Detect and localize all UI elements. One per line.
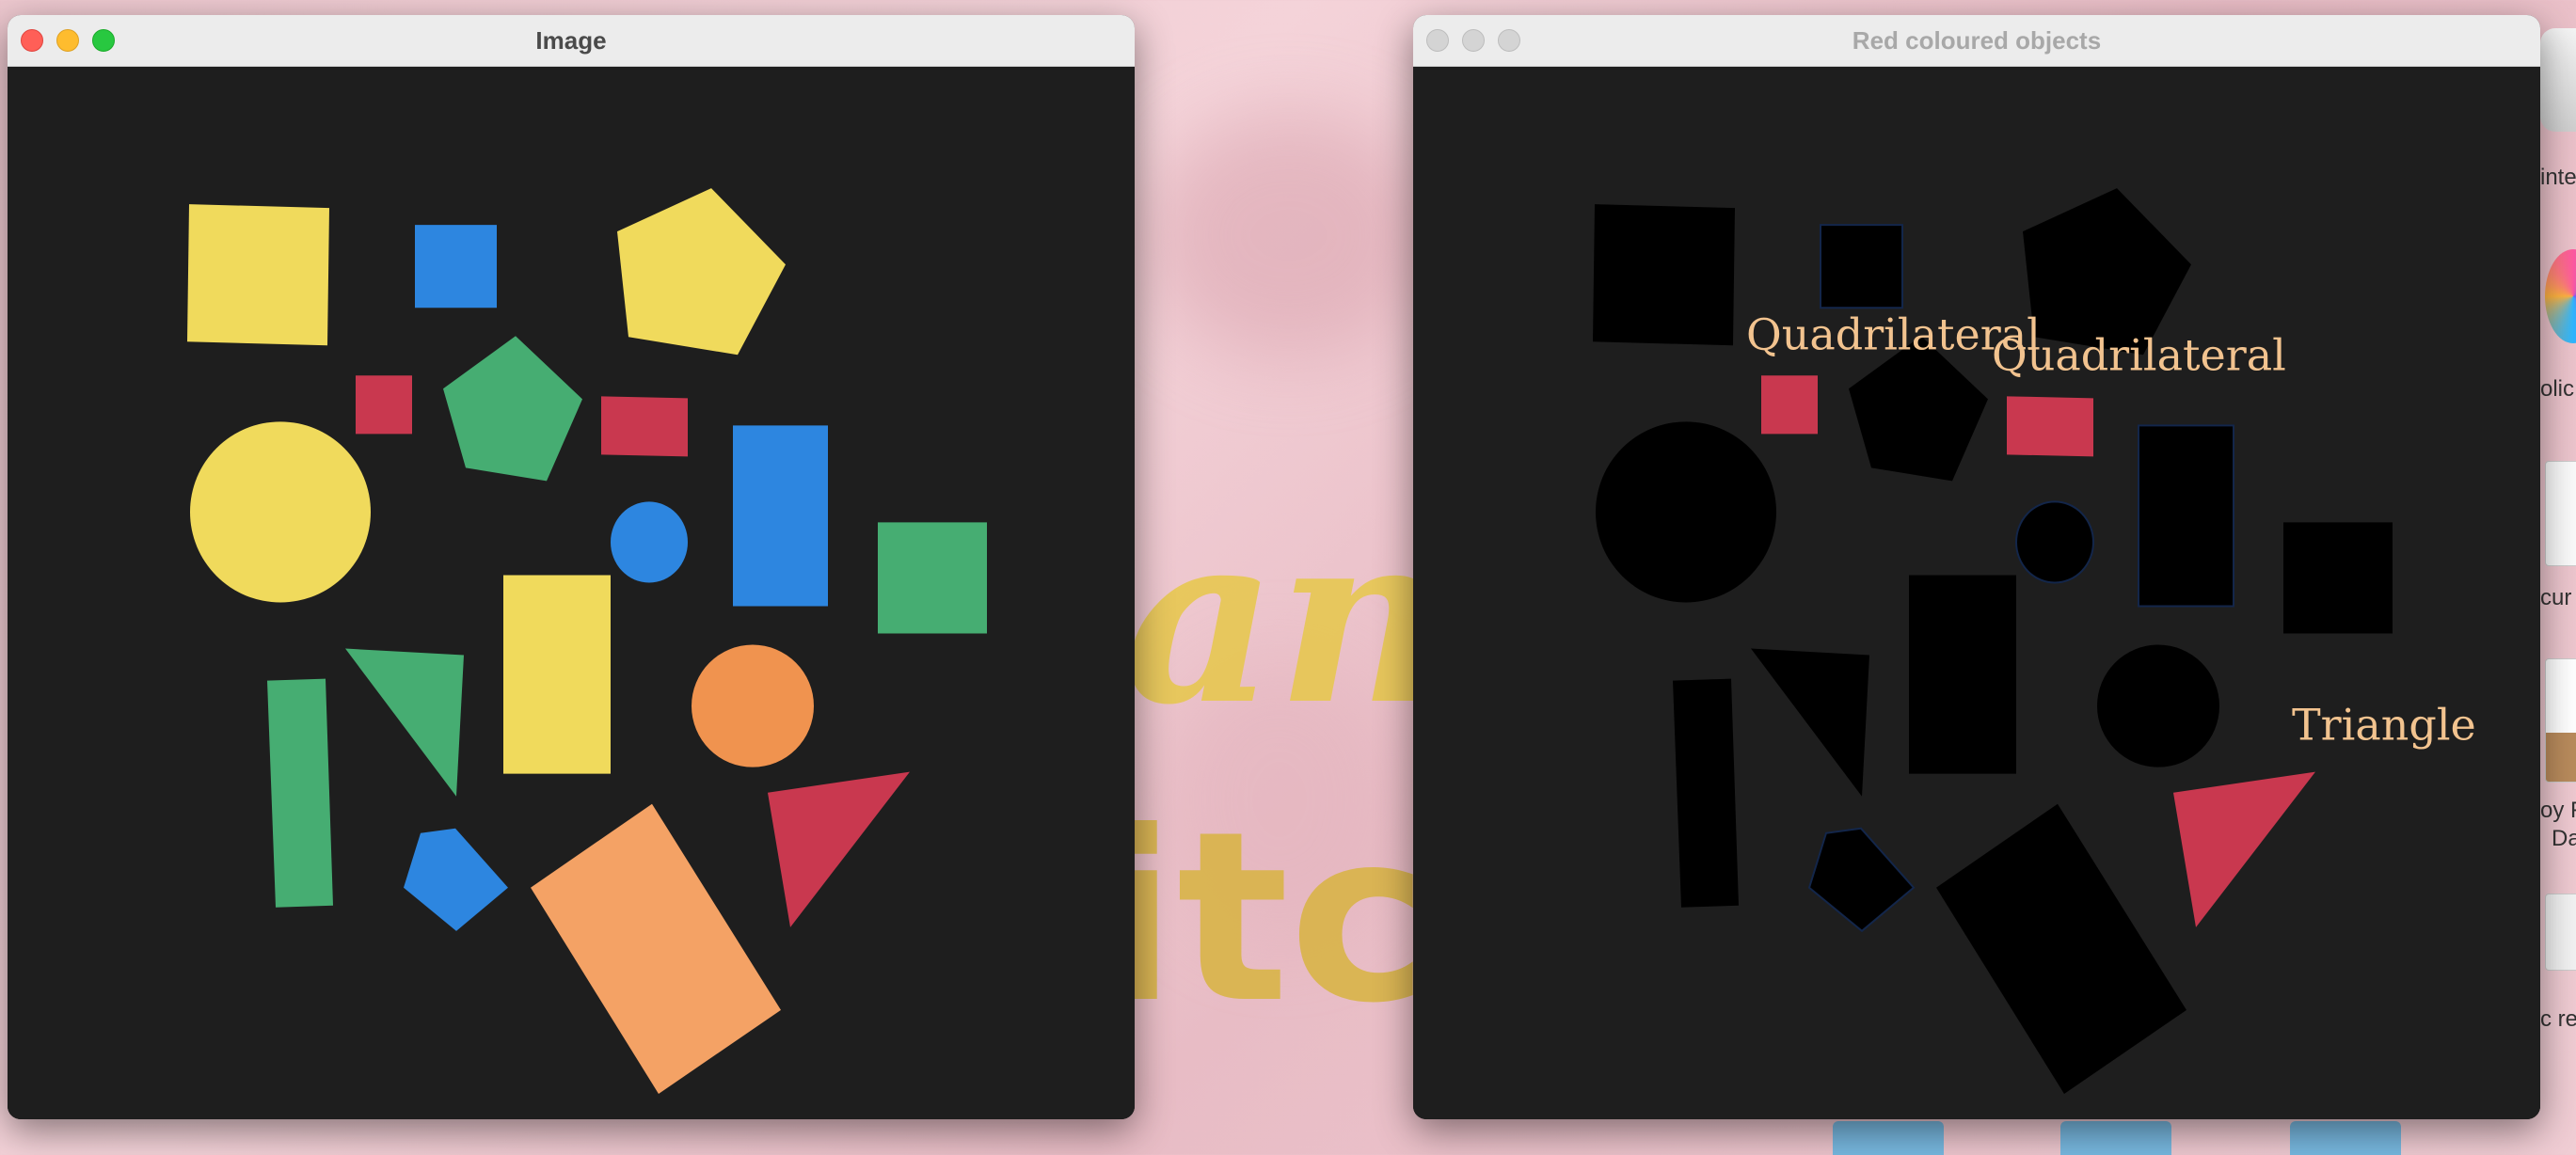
green-square <box>878 522 987 634</box>
desktop-icon-label-6: c re <box>2540 1006 2576 1032</box>
image-canvas <box>8 67 1135 1119</box>
masked-rectangle <box>1673 678 1739 908</box>
dock-tile[interactable] <box>1833 1121 1944 1155</box>
close-button[interactable] <box>1426 29 1449 52</box>
disk-icon[interactable] <box>2540 28 2576 132</box>
desktop-icon-label-4: oy F <box>2540 798 2576 823</box>
window-controls <box>21 29 115 52</box>
red-rectangle <box>601 396 688 457</box>
minimize-button[interactable] <box>56 29 79 52</box>
masked-square <box>1593 204 1735 346</box>
red-square <box>356 375 412 435</box>
masked-circle <box>2015 500 2094 584</box>
masked-circle <box>2097 644 2219 767</box>
masked-square <box>1820 224 1903 309</box>
red-objects-canvas: Quadrilateral Quadrilateral Triangle <box>1413 67 2540 1119</box>
desktop-icon-label-5: Da <box>2552 826 2576 851</box>
masked-rectangle <box>2138 424 2234 608</box>
red-objects-window[interactable]: Red coloured objects Quadrilateral Quadr… <box>1413 15 2540 1119</box>
document-icon[interactable] <box>2545 461 2576 566</box>
close-button[interactable] <box>21 29 43 52</box>
shapes-image <box>8 67 1135 1119</box>
green-rectangle <box>267 678 333 908</box>
masked-rectangle <box>1909 575 2016 774</box>
image-window[interactable]: Image <box>8 15 1135 1119</box>
red-square <box>1761 375 1818 435</box>
yellow-rectangle <box>503 575 611 774</box>
dock-tile[interactable] <box>2290 1121 2401 1155</box>
red-rectangle <box>2007 396 2093 457</box>
window-titlebar[interactable]: Red coloured objects <box>1413 15 2540 67</box>
shape-label-triangle: Triangle <box>2292 700 2476 751</box>
blue-square <box>415 225 497 309</box>
yellow-square <box>187 204 329 346</box>
blue-circle <box>611 501 688 583</box>
zoom-button[interactable] <box>1498 29 1520 52</box>
desktop-icon-label-1: inte <box>2540 165 2576 190</box>
orange-circle <box>692 644 814 767</box>
book-cover-icon[interactable] <box>2545 658 2576 783</box>
desktop-icon-label-3: cur <box>2540 585 2572 610</box>
music-file-icon[interactable] <box>2545 894 2576 971</box>
desktop-icon-label-2: olic <box>2540 376 2575 402</box>
background-word-1: an <box>1124 480 1448 756</box>
shape-label-quadrilateral-2: Quadrilateral <box>1992 329 2286 380</box>
window-controls <box>1426 29 1520 52</box>
masked-square <box>2283 522 2393 634</box>
yellow-circle <box>190 421 371 603</box>
zoom-button[interactable] <box>92 29 115 52</box>
window-title: Red coloured objects <box>1852 25 2102 55</box>
masked-shapes-image: Quadrilateral Quadrilateral Triangle <box>1413 67 2540 1119</box>
masked-circle <box>1596 421 1776 603</box>
blue-rectangle <box>733 425 828 607</box>
window-titlebar[interactable]: Image <box>8 15 1135 67</box>
minimize-button[interactable] <box>1462 29 1485 52</box>
window-title: Image <box>535 25 607 55</box>
app-icon[interactable] <box>2545 249 2576 343</box>
dock-tile[interactable] <box>2060 1121 2171 1155</box>
